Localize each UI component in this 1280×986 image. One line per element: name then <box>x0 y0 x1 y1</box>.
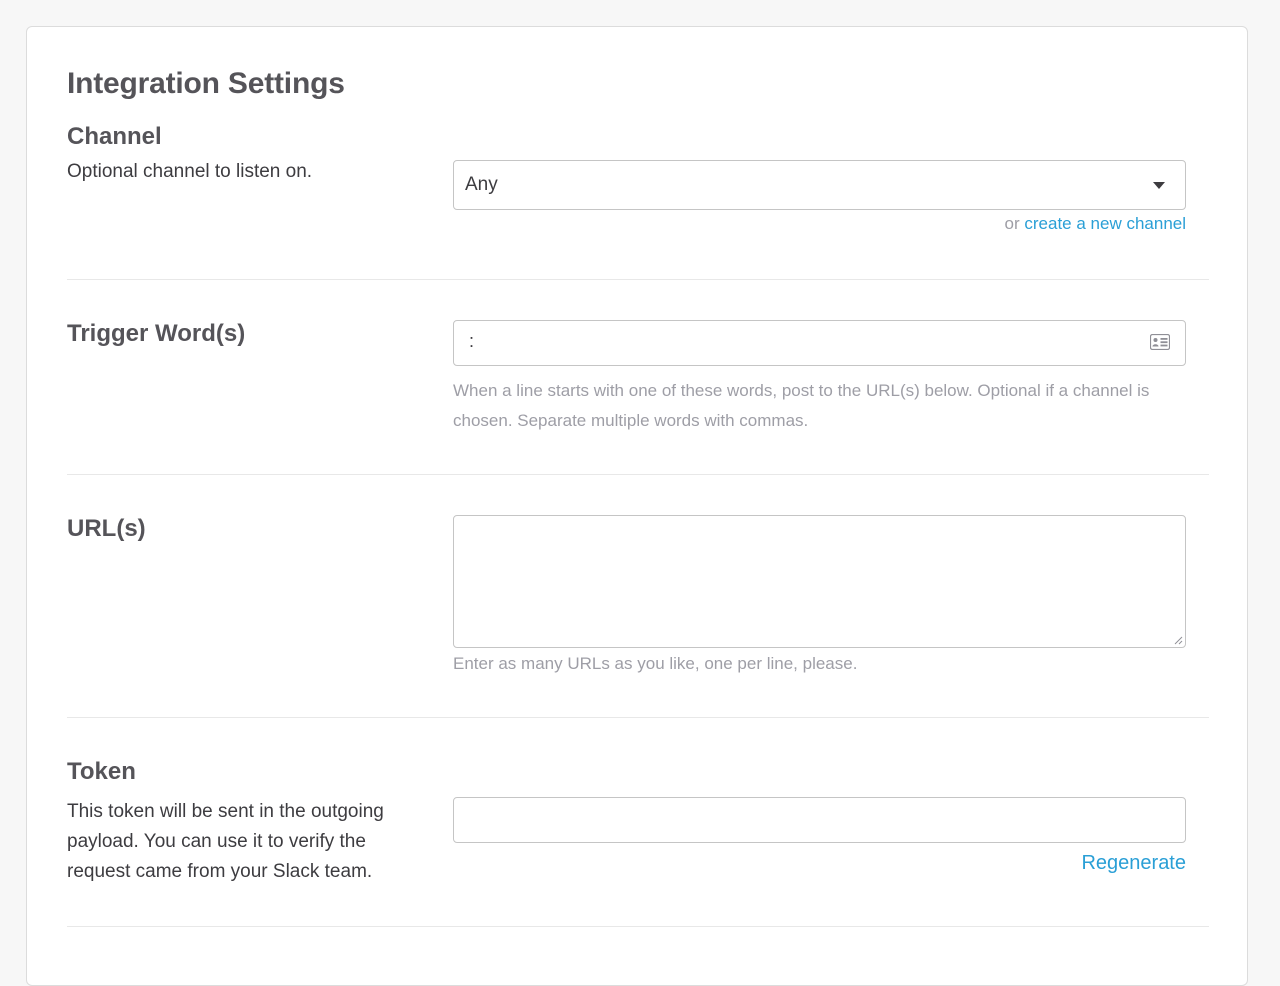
urls-label: URL(s) <box>67 515 146 542</box>
token-section: Token This token will be sent in the out… <box>67 718 1209 927</box>
channel-label: Channel <box>67 123 162 150</box>
trigger-label: Trigger Word(s) <box>67 320 246 347</box>
chevron-down-icon <box>1153 182 1165 189</box>
channel-description: Optional channel to listen on. <box>67 161 313 182</box>
create-channel-prefix: or <box>1004 214 1020 233</box>
urls-help-text: Enter as many URLs as you like, one per … <box>453 654 858 673</box>
trigger-words-input[interactable]: : <box>453 320 1186 366</box>
regenerate-token-link[interactable]: Regenerate <box>1081 852 1186 875</box>
trigger-words-value: : <box>469 331 475 351</box>
trigger-help-text: When a line starts with one of these wor… <box>453 381 1150 430</box>
urls-section: URL(s) Enter as many URLs as you like, o… <box>67 475 1209 718</box>
contact-card-icon[interactable] <box>1150 334 1170 350</box>
create-channel-link[interactable]: create a new channel <box>1024 214 1186 233</box>
channel-select-value: Any <box>465 174 498 195</box>
token-input[interactable] <box>453 797 1186 843</box>
integration-settings-card: Integration Settings Channel Optional ch… <box>26 26 1248 986</box>
channel-select[interactable]: Any <box>453 160 1186 210</box>
trigger-section: Trigger Word(s) : When a line starts wit… <box>67 280 1209 475</box>
resize-grip-icon[interactable] <box>1173 635 1183 645</box>
token-description: This token will be sent in the outgoing … <box>67 801 384 882</box>
token-label: Token <box>67 758 136 785</box>
create-channel-helper: or create a new channel <box>1005 214 1186 234</box>
urls-textarea[interactable] <box>453 515 1186 648</box>
channel-section: Channel Optional channel to listen on. A… <box>67 123 1209 280</box>
page-title: Integration Settings <box>67 67 345 100</box>
